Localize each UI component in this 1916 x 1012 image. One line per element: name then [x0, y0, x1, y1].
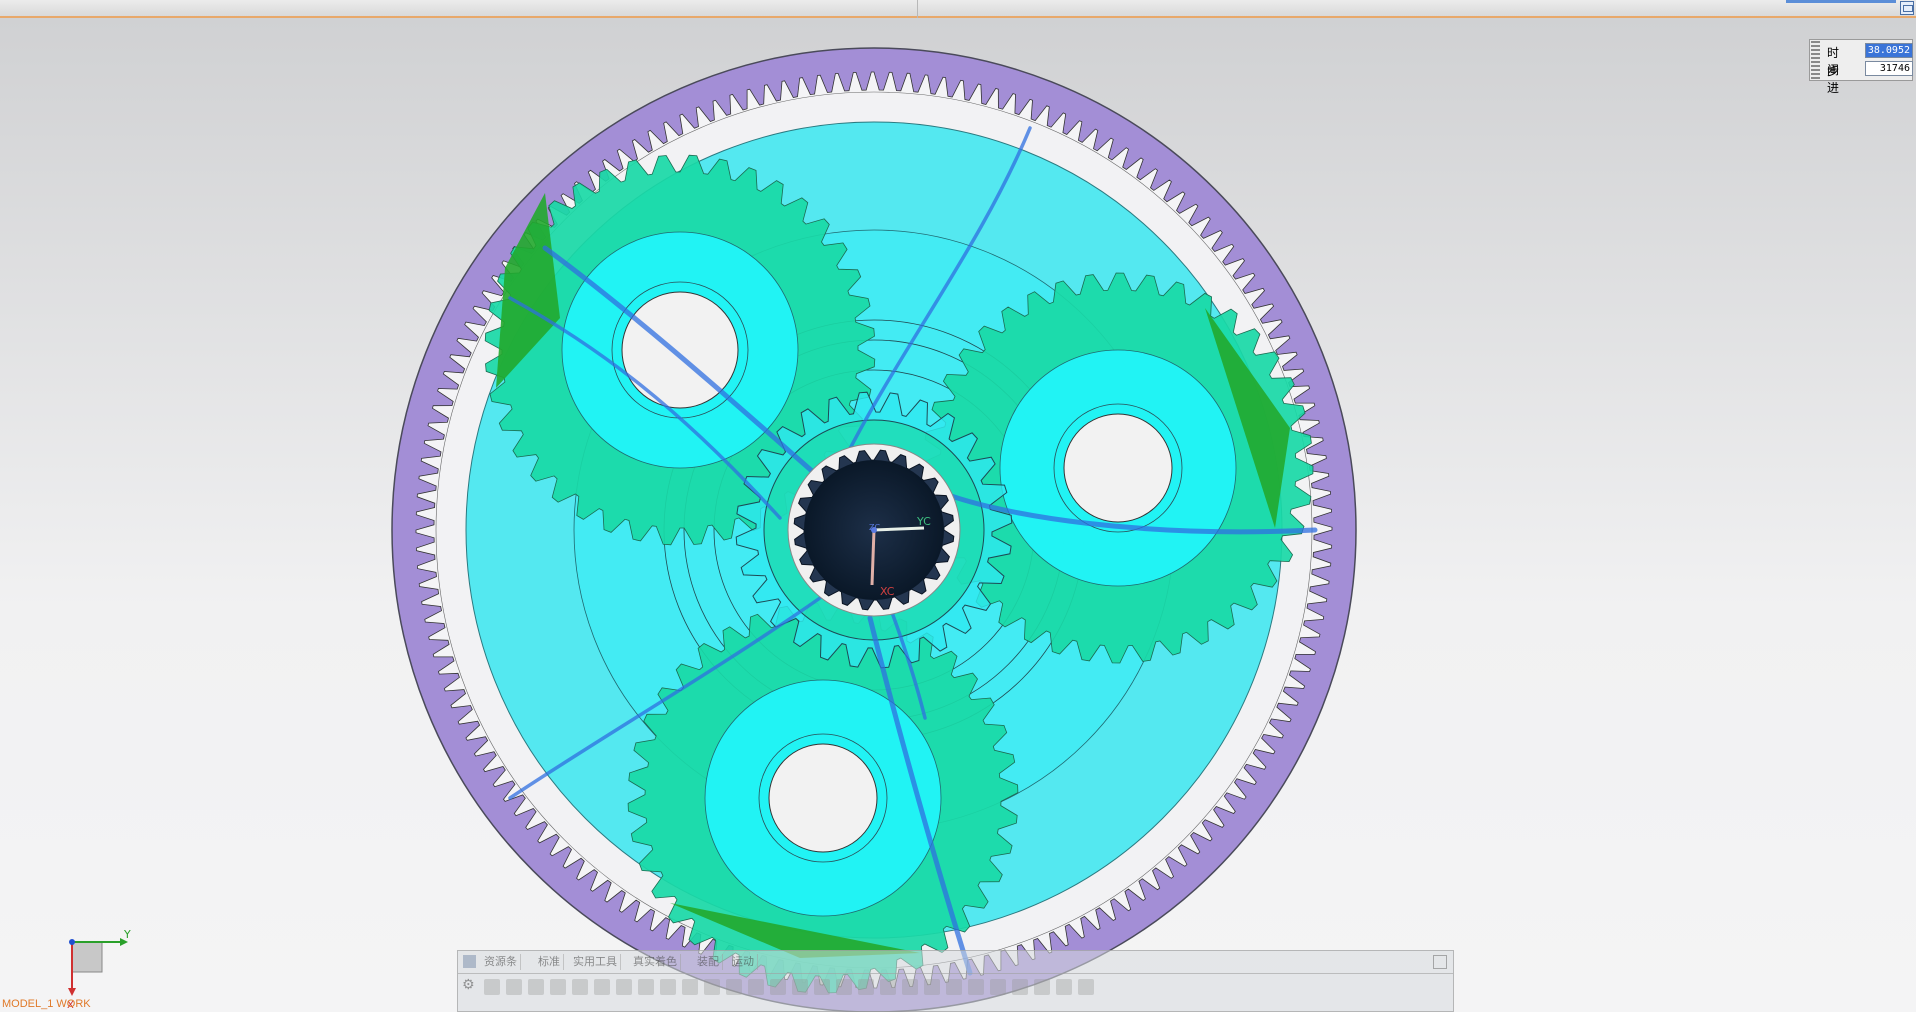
ribbon-tool-icon-2[interactable]: [506, 979, 522, 995]
ribbon-tool-icon-7[interactable]: [616, 979, 632, 995]
ribbon-tool-icon-21[interactable]: [924, 979, 940, 995]
ribbon-tool-icon-16[interactable]: [814, 979, 830, 995]
ribbon-tool-icon-26[interactable]: [1034, 979, 1050, 995]
top-menu-bar: [0, 0, 1916, 18]
tab-true-shading[interactable]: 真实着色: [630, 954, 681, 970]
title-accent-strip: [1786, 0, 1896, 3]
step-label: 步进: [1827, 64, 1840, 95]
ribbon-tool-icon-8[interactable]: [638, 979, 654, 995]
planet-bore: [768, 743, 878, 853]
ribbon-tool-icon-3[interactable]: [528, 979, 544, 995]
graphics-viewport[interactable]: YC XC ZC: [0, 18, 1916, 1012]
ribbon-tool-icon-4[interactable]: [550, 979, 566, 995]
ribbon-app-icon[interactable]: [463, 955, 476, 968]
animation-control-panel: 时间 38.0952 步进 31746: [1809, 39, 1913, 95]
ribbon-tool-icon-28[interactable]: [1078, 979, 1094, 995]
ribbon-tool-icon-11[interactable]: [704, 979, 720, 995]
ribbon-tool-icon-27[interactable]: [1056, 979, 1072, 995]
restore-window-icon[interactable]: [1900, 1, 1914, 15]
gear-assembly-model[interactable]: YC XC ZC: [0, 18, 1916, 1012]
ribbon-tool-icon-22[interactable]: [946, 979, 962, 995]
ribbon-tool-icon-9[interactable]: [660, 979, 676, 995]
model-work-label: MODEL_1 WORK: [2, 998, 91, 1010]
menu-separator: [917, 0, 918, 18]
time-field[interactable]: 38.0952: [1865, 43, 1913, 58]
xc-axis-line: [870, 529, 876, 586]
ribbon-options-icon[interactable]: [1433, 955, 1447, 969]
triad-x-arrow-icon: [68, 988, 76, 996]
triad-z-axis-icon: [69, 939, 75, 945]
tab-assembly[interactable]: 装配: [694, 954, 723, 970]
ribbon-tool-icon-24[interactable]: [990, 979, 1006, 995]
ribbon-tool-icon-6[interactable]: [594, 979, 610, 995]
ribbon-tool-icon-23[interactable]: [968, 979, 984, 995]
step-field[interactable]: 31746: [1865, 61, 1913, 76]
xc-axis-label: XC: [880, 585, 895, 598]
triad-y-label: Y: [123, 930, 131, 941]
ribbon-tool-icon-12[interactable]: [726, 979, 742, 995]
tab-resource-bar[interactable]: 资源条: [481, 954, 521, 970]
ribbon-tool-icon-14[interactable]: [770, 979, 786, 995]
ribbon-tool-icon-10[interactable]: [682, 979, 698, 995]
ribbon-tool-icon-13[interactable]: [748, 979, 764, 995]
yc-axis-line: [873, 526, 925, 532]
ribbon-tool-icon-1[interactable]: [484, 979, 500, 995]
ribbon-tool-icon-25[interactable]: [1012, 979, 1028, 995]
ribbon-tool-icon-18[interactable]: [858, 979, 874, 995]
ribbon-tool-icon-15[interactable]: [792, 979, 808, 995]
settings-gear-icon[interactable]: ⚙: [462, 977, 475, 993]
tab-standard[interactable]: 标准: [535, 954, 564, 970]
yc-axis-label: YC: [916, 515, 931, 528]
ribbon-tabs: 资源条 标准 实用工具 真实着色 装配 运动: [458, 951, 1453, 974]
ribbon-tool-icon-5[interactable]: [572, 979, 588, 995]
ribbon-tool-icon-19[interactable]: [880, 979, 896, 995]
ribbon-tool-icon-17[interactable]: [836, 979, 852, 995]
panel-grip-handle[interactable]: [1811, 41, 1820, 79]
planet-bore: [1063, 413, 1173, 523]
ribbon-toolbar: 资源条 标准 实用工具 真实着色 装配 运动 ⚙: [457, 950, 1454, 1012]
triad-cube-icon: [71, 941, 103, 973]
csys-origin-icon: [871, 527, 877, 533]
tab-utilities[interactable]: 实用工具: [570, 954, 621, 970]
ribbon-tool-row: [484, 977, 1424, 1001]
ribbon-tool-icon-20[interactable]: [902, 979, 918, 995]
tab-motion[interactable]: 运动: [729, 954, 758, 970]
